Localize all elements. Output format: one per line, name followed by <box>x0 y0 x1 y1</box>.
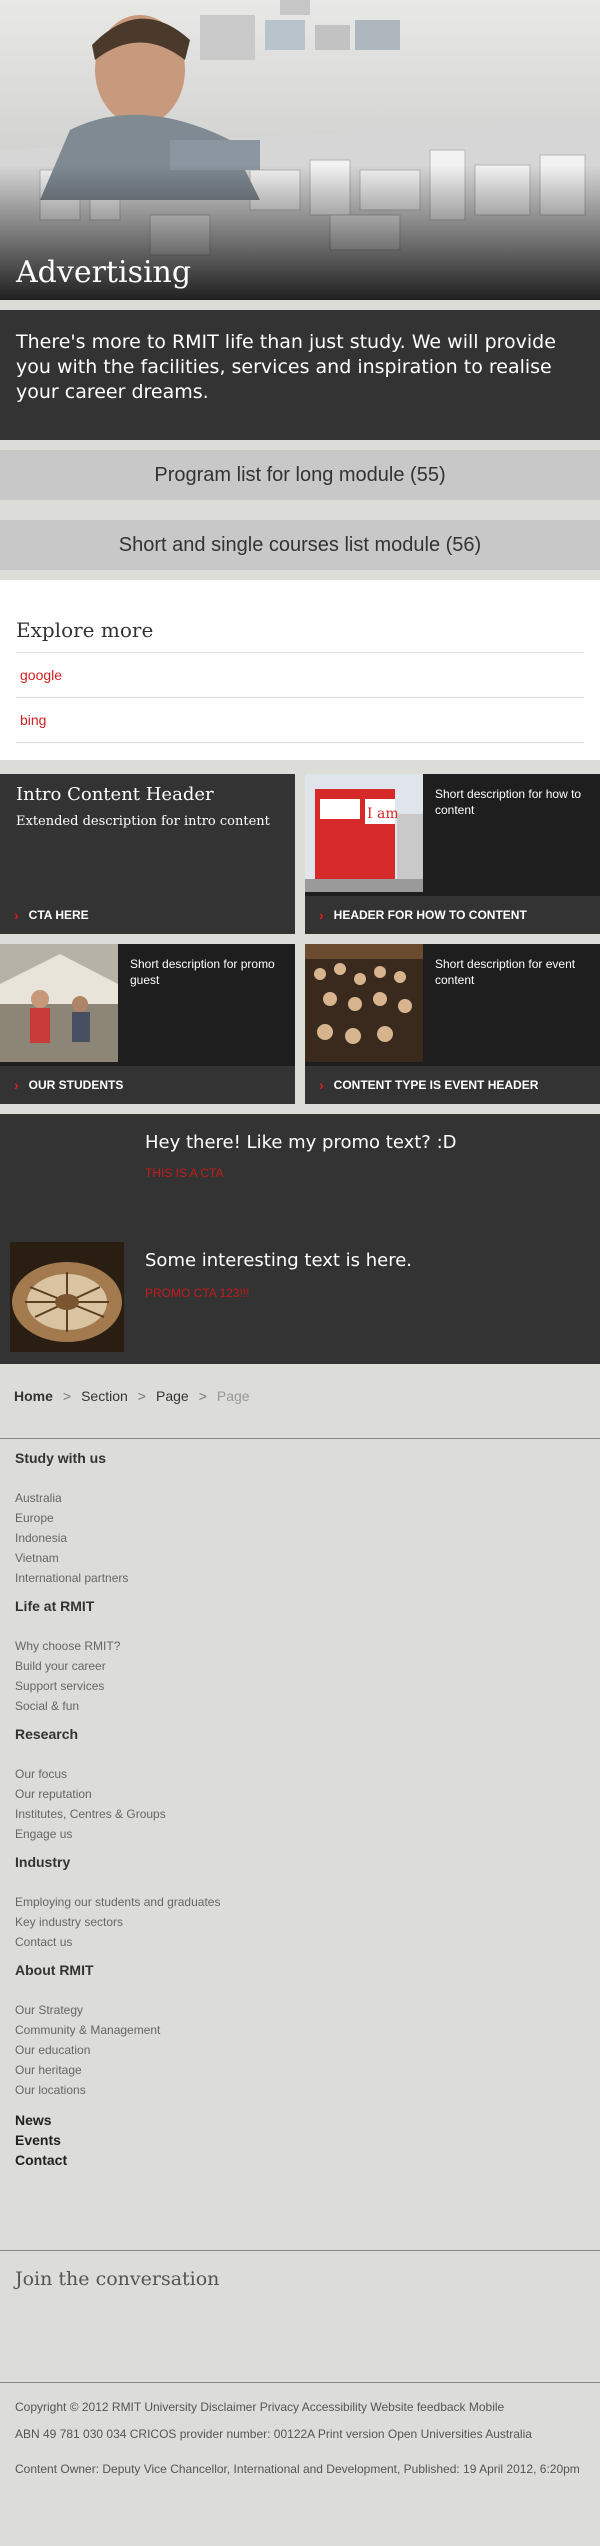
footer-link[interactable]: Community & Management <box>15 2020 585 2040</box>
promo-heading-1: Hey there! Like my promo text? :D <box>145 1132 457 1153</box>
footer-heading[interactable]: Study with us <box>15 1450 585 1466</box>
event-tile-cta[interactable]: › CONTENT TYPE IS EVENT HEADER <box>305 1066 600 1104</box>
footer-link[interactable]: Our heritage <box>15 2060 585 2080</box>
footer-link[interactable]: Social & fun <box>15 1696 585 1716</box>
explore-more-panel: Explore more google bing <box>0 580 600 760</box>
footer-section-research: Research Our focus Our reputation Instit… <box>15 1726 585 1844</box>
list-item: bing <box>16 698 584 743</box>
explore-link-bing[interactable]: bing <box>20 712 46 728</box>
divider <box>0 2250 600 2251</box>
footer-section-study: Study with us Australia Europe Indonesia… <box>15 1450 585 1588</box>
event-image <box>305 944 423 1062</box>
short-courses-module: Short and single courses list module (56… <box>0 520 600 570</box>
hero-banner: Advertising <box>0 0 600 300</box>
svg-text:I am: I am <box>367 806 399 822</box>
promo-panel: Hey there! Like my promo text? :D THIS I… <box>0 1114 600 1364</box>
howto-description: Short description for how to content <box>435 787 582 817</box>
footer-heading[interactable]: Research <box>15 1726 585 1742</box>
footer-link[interactable]: Support services <box>15 1676 585 1696</box>
footer-section-life: Life at RMIT Why choose RMIT? Build your… <box>15 1598 585 1716</box>
footer-section-industry: Industry Employing our students and grad… <box>15 1854 585 1952</box>
intro-panel: There's more to RMIT life than just stud… <box>0 310 600 440</box>
chevron-right-icon: › <box>319 1077 324 1093</box>
breadcrumb-home[interactable]: Home <box>14 1388 53 1404</box>
footer-heading[interactable]: Industry <box>15 1854 585 1870</box>
explore-heading: Explore more <box>16 618 584 653</box>
footer-link[interactable]: Our Strategy <box>15 2000 585 2020</box>
abn-line[interactable]: ABN 49 781 030 034 CRICOS provider numbe… <box>15 2425 585 2443</box>
chevron-right-icon: › <box>319 907 324 923</box>
footer-link-contact[interactable]: Contact <box>15 2150 585 2170</box>
footer-link[interactable]: Europe <box>15 1508 585 1528</box>
footer-link[interactable]: Contact us <box>15 1932 585 1952</box>
footer-link[interactable]: Vietnam <box>15 1548 585 1568</box>
footer-heading[interactable]: About RMIT <box>15 1962 585 1978</box>
footer-link[interactable]: Key industry sectors <box>15 1912 585 1932</box>
page-title: Advertising <box>16 255 192 290</box>
intro-text: There's more to RMIT life than just stud… <box>16 331 556 403</box>
join-conversation-heading: Join the conversation <box>15 2268 220 2290</box>
intro-content-tile[interactable]: Intro Content Header Extended descriptio… <box>0 774 295 934</box>
chevron-right-icon: › <box>14 1077 19 1093</box>
footer-link[interactable]: Indonesia <box>15 1528 585 1548</box>
divider <box>0 2382 600 2383</box>
footer-heading[interactable]: Life at RMIT <box>15 1598 585 1614</box>
promo-image <box>10 1242 124 1352</box>
footer-link[interactable]: Employing our students and graduates <box>15 1892 585 1912</box>
intro-cta-label: CTA HERE <box>28 908 89 922</box>
footer-link[interactable]: Why choose RMIT? <box>15 1636 585 1656</box>
explore-link-google[interactable]: google <box>20 667 62 683</box>
breadcrumb-separator: > <box>137 1388 146 1404</box>
promo-heading-2: Some interesting text is here. <box>145 1250 413 1271</box>
howto-content-tile[interactable]: I am Short description for how to conten… <box>305 774 600 934</box>
howto-image: I am <box>305 774 423 892</box>
event-description: Short description for event content <box>435 957 576 987</box>
intro-tile-cta[interactable]: › CTA HERE <box>0 896 295 934</box>
list-item: google <box>16 653 584 698</box>
footer-link-news[interactable]: News <box>15 2110 585 2130</box>
breadcrumb-separator: > <box>198 1388 207 1404</box>
copyright-links[interactable]: Copyright © 2012 RMIT University Disclai… <box>15 2398 585 2416</box>
footer-link[interactable]: International partners <box>15 1568 585 1588</box>
breadcrumb-current: Page <box>216 1388 250 1404</box>
footer-link[interactable]: Australia <box>15 1488 585 1508</box>
content-owner: Content Owner: Deputy Vice Chancellor, I… <box>15 2462 580 2476</box>
event-cta-label: CONTENT TYPE IS EVENT HEADER <box>333 1078 539 1092</box>
promo-guest-cta-label: OUR STUDENTS <box>28 1078 124 1092</box>
breadcrumb-separator: > <box>62 1388 72 1404</box>
program-list-module: Program list for long module (55) <box>0 450 600 500</box>
promo-cta-1[interactable]: THIS IS A CTA <box>145 1166 223 1180</box>
footer-link[interactable]: Our locations <box>15 2080 585 2100</box>
howto-cta-label: HEADER FOR HOW TO CONTENT <box>333 908 527 922</box>
event-content-tile[interactable]: Short description for event content › CO… <box>305 944 600 1104</box>
footer-link[interactable]: Build your career <box>15 1656 585 1676</box>
footer-section-about: About RMIT Our Strategy Community & Mana… <box>15 1962 585 2100</box>
breadcrumb-page[interactable]: Page <box>156 1388 189 1404</box>
footer-link-events[interactable]: Events <box>15 2130 585 2150</box>
promo-cta-2[interactable]: PROMO CTA 123!!! <box>145 1286 249 1300</box>
footer-link[interactable]: Institutes, Centres & Groups <box>15 1804 585 1824</box>
footer-link[interactable]: Our focus <box>15 1764 585 1784</box>
intro-tile-header: Intro Content Header <box>16 784 214 805</box>
promo-guest-tile-cta[interactable]: › OUR STUDENTS <box>0 1066 295 1104</box>
howto-tile-cta[interactable]: › HEADER FOR HOW TO CONTENT <box>305 896 600 934</box>
breadcrumb-section[interactable]: Section <box>81 1388 128 1404</box>
footer-link[interactable]: Our education <box>15 2040 585 2060</box>
footer-link[interactable]: Engage us <box>15 1824 585 1844</box>
content-tiles: Intro Content Header Extended descriptio… <box>0 774 600 1104</box>
breadcrumb: Home > Section > Page > Page <box>14 1388 250 1404</box>
footer-link[interactable]: Our reputation <box>15 1784 585 1804</box>
intro-tile-description: Extended description for intro content <box>16 814 270 829</box>
divider <box>0 1438 600 1439</box>
chevron-right-icon: › <box>14 907 19 923</box>
footer-nav: Study with us Australia Europe Indonesia… <box>15 1450 585 2170</box>
promo-guest-description: Short description for promo guest <box>130 957 275 987</box>
promo-guest-image <box>0 944 118 1062</box>
promo-guest-tile[interactable]: Short description for promo guest › OUR … <box>0 944 295 1104</box>
